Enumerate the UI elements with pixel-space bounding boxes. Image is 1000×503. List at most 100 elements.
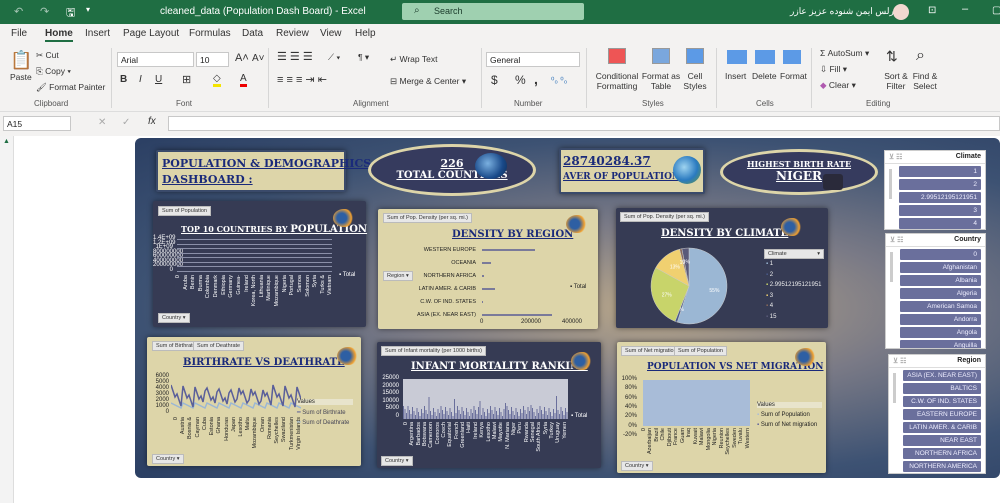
top10-population-chart[interactable]: Sum of Population TOP 10 COUNTRIES BY PO…: [153, 201, 367, 327]
slicer-item[interactable]: NEAR EAST: [903, 435, 981, 446]
tab-insert[interactable]: Insert: [85, 28, 110, 39]
italic-button[interactable]: I: [139, 74, 142, 85]
scrollbar[interactable]: [890, 252, 893, 282]
slicer-item[interactable]: C.W. OF IND. STATES: [903, 396, 981, 407]
slicer-item[interactable]: Algeria: [900, 288, 981, 299]
legend-item[interactable]: ▪ 1: [766, 261, 773, 267]
tab-review[interactable]: Review: [276, 28, 309, 39]
clear-filter-icon[interactable]: ⊻ ☷: [893, 357, 906, 365]
borders-icon[interactable]: ⊞: [182, 73, 191, 86]
birth-death-chart[interactable]: Sum of Birthrate Sum of Deathrate BIRTHR…: [147, 337, 361, 466]
paste-button[interactable]: Paste: [10, 72, 32, 82]
scrollbar[interactable]: [893, 373, 896, 403]
minimize-icon[interactable]: –: [962, 3, 968, 15]
tab-view[interactable]: View: [320, 28, 342, 39]
cell-styles-button[interactable]: Cell Styles: [680, 71, 710, 91]
bold-button[interactable]: B: [120, 74, 127, 85]
sort-filter-button[interactable]: Sort & Filter: [882, 71, 910, 91]
legend-item[interactable]: ▪ 3: [766, 293, 773, 299]
conditional-formatting-button[interactable]: Conditional Formatting: [594, 71, 640, 91]
ribbon-display-icon[interactable]: ⊡: [928, 5, 936, 16]
name-box[interactable]: A15: [3, 116, 71, 131]
copy-button[interactable]: ⎘ Copy ▾: [36, 66, 71, 77]
slicer-item[interactable]: 3: [899, 205, 981, 216]
field-button[interactable]: Sum of Pop. Density (per sq. mi.): [620, 212, 709, 222]
comma-button[interactable]: ,: [534, 71, 538, 87]
slicer-item[interactable]: 1: [899, 166, 981, 177]
fill-button[interactable]: ⇩ Fill ▾: [820, 64, 847, 75]
slicer-item[interactable]: Albania: [900, 275, 981, 286]
autosum-button[interactable]: Σ AutoSum ▾: [820, 48, 869, 59]
percent-button[interactable]: %: [515, 73, 526, 87]
format-cells-button[interactable]: Format: [780, 71, 807, 81]
formula-input[interactable]: [168, 116, 1000, 131]
slicer-climate[interactable]: ⊻ ☷ Climate 1 2 2.99512195121951 3 4: [884, 150, 986, 230]
field-button[interactable]: Sum of Population: [158, 206, 211, 216]
format-painter-button[interactable]: 🖌 Format Painter: [36, 82, 105, 93]
undo-icon[interactable]: ↶: [14, 5, 23, 18]
slicer-item[interactable]: ASIA (EX. NEAR EAST): [903, 370, 981, 381]
clear-filter-icon[interactable]: ⊻ ☷: [889, 153, 902, 161]
slicer-item[interactable]: LATIN AMER. & CARIB: [903, 422, 981, 433]
country-filter-button[interactable]: Country ▾: [621, 461, 653, 471]
tab-file[interactable]: File: [11, 28, 27, 39]
font-color-icon[interactable]: A: [240, 73, 247, 87]
slicer-item[interactable]: NORTHERN AMERICA: [903, 461, 981, 472]
slicer-item[interactable]: 2.99512195121951: [899, 192, 981, 203]
population-migration-chart[interactable]: Sum of Net migration Sum of Population P…: [617, 342, 826, 473]
slicer-item[interactable]: BALTICS: [903, 383, 981, 394]
increase-font-icon[interactable]: A˄: [235, 52, 249, 64]
customize-qat-icon[interactable]: ▾: [86, 5, 90, 14]
insert-function-icon[interactable]: fx: [148, 116, 156, 127]
legend-item[interactable]: ▪ 4: [766, 303, 773, 309]
slicer-item[interactable]: 2: [899, 179, 981, 190]
align-left-icon[interactable]: ≡ ≡ ≡ ⇥ ⇤: [277, 73, 327, 86]
save-icon[interactable]: 🖫: [66, 4, 75, 23]
slicer-item[interactable]: Afghanistan: [900, 262, 981, 273]
country-filter-button[interactable]: Country ▾: [381, 456, 413, 466]
field-button[interactable]: Sum of Pop. Density (per sq. mi.): [383, 213, 472, 223]
underline-button[interactable]: U: [155, 74, 162, 85]
field-button[interactable]: Sum of Deathrate: [193, 341, 245, 351]
slicer-item[interactable]: NORTHERN AFRICA: [903, 448, 981, 459]
format-as-table-button[interactable]: Format as Table: [641, 71, 681, 91]
clear-button[interactable]: ◆ Clear ▾: [820, 80, 856, 91]
slicer-item[interactable]: Angola: [900, 327, 981, 338]
slicer-item[interactable]: EASTERN EUROPE: [903, 409, 981, 420]
cut-button[interactable]: ✂ Cut: [36, 50, 59, 61]
tab-page-layout[interactable]: Page Layout: [123, 28, 179, 39]
density-climate-chart[interactable]: Sum of Pop. Density (per sq. mi.) DENSIT…: [616, 208, 828, 328]
slicer-item[interactable]: 0: [900, 249, 981, 260]
infant-mortality-chart[interactable]: Sum of Infant mortality (per 1000 births…: [377, 342, 601, 468]
slicer-region[interactable]: ⊻ ☷ Region ASIA (EX. NEAR EAST) BALTICS C.W.…: [888, 354, 986, 474]
redo-icon[interactable]: ↷: [40, 5, 49, 18]
field-button[interactable]: Sum of Population: [674, 346, 727, 356]
align-top-icon[interactable]: ☰ ☰ ☰: [277, 50, 313, 63]
legend-item[interactable]: ▪ 2: [766, 272, 773, 278]
country-filter-button[interactable]: Country ▾: [158, 313, 190, 323]
field-button[interactable]: Sum of Net migration: [621, 346, 681, 356]
currency-button[interactable]: $: [491, 73, 498, 87]
find-select-button[interactable]: Find & Select: [910, 71, 940, 91]
density-region-chart[interactable]: Sum of Pop. Density (per sq. mi.) DENSIT…: [378, 209, 598, 329]
slicer-country[interactable]: ⊻ ☷ Country 0 Afghanistan Albania Algeria Amer…: [885, 233, 986, 349]
scrollbar[interactable]: [889, 169, 892, 199]
number-format-select[interactable]: General: [486, 52, 580, 67]
field-button[interactable]: Sum of Infant mortality (per 1000 births…: [381, 346, 486, 356]
decrease-font-icon[interactable]: A˅: [252, 53, 265, 64]
legend-item[interactable]: ▪ 15: [766, 314, 776, 320]
wrap-text-button[interactable]: ↵ Wrap Text: [390, 54, 437, 65]
font-name-select[interactable]: Arial: [117, 52, 194, 67]
tab-home[interactable]: Home: [45, 28, 73, 42]
decimal-icon[interactable]: ⁰₀ ⁰₀: [551, 75, 567, 86]
delete-cells-button[interactable]: Delete: [752, 71, 777, 81]
enter-icon[interactable]: ✓: [122, 117, 130, 128]
restore-icon[interactable]: ▢: [992, 5, 1000, 16]
tab-help[interactable]: Help: [355, 28, 376, 39]
fill-color-icon[interactable]: ◇: [213, 73, 221, 87]
clear-filter-icon[interactable]: ⊻ ☷: [890, 236, 903, 244]
paste-icon[interactable]: 📋: [10, 50, 32, 71]
select-all-icon[interactable]: ▲: [3, 138, 10, 145]
slicer-item[interactable]: 4: [899, 218, 981, 229]
orientation-icon[interactable]: ⟋ ▾: [328, 52, 340, 63]
